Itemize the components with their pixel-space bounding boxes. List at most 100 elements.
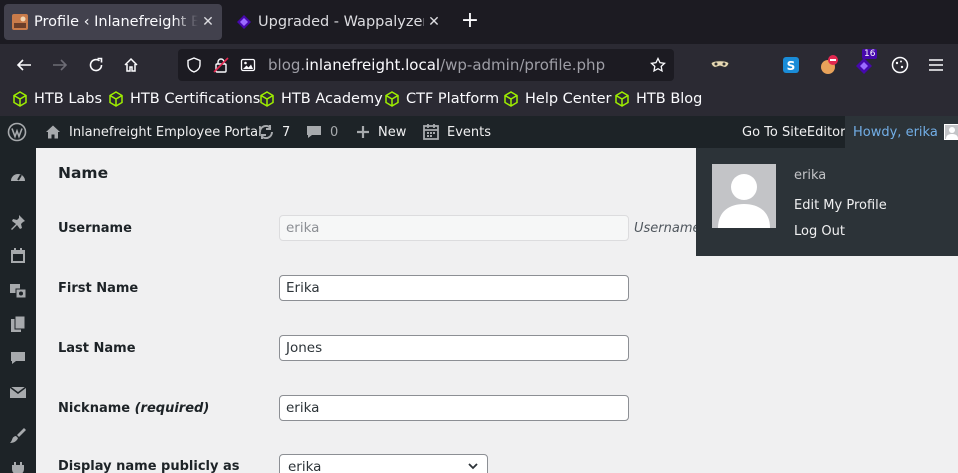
bookmark-help-center[interactable]: Help Center	[503, 91, 611, 107]
tab-profile[interactable]: Profile ‹ Inlanefreight Employee Portal …	[4, 4, 222, 40]
bookmark-ctf-platform[interactable]: CTF Platform	[384, 91, 499, 107]
last-name-label: Last Name	[58, 341, 136, 356]
sidebar-item-contact[interactable]	[7, 381, 29, 403]
updates-icon	[258, 124, 274, 140]
bookmark-htb-academy[interactable]: HTB Academy	[259, 91, 383, 107]
new-label: New	[378, 124, 407, 140]
default-avatar-icon	[718, 174, 770, 228]
username-label: Username	[58, 221, 132, 236]
updates-menu[interactable]: 7	[257, 116, 290, 148]
nickname-field[interactable]: erika	[279, 395, 629, 421]
sidebar-item-plugins[interactable]	[7, 458, 29, 473]
calendar-icon	[11, 248, 25, 263]
calendar-icon	[423, 124, 439, 140]
sidebar-item-events[interactable]	[7, 245, 29, 267]
wp-admin-sidebar	[0, 148, 36, 473]
bookmarks-toolbar: HTB Labs HTB Certifications HTB Academy …	[0, 86, 958, 116]
mask-extension-icon[interactable]	[709, 54, 731, 76]
bookmark-label: CTF Platform	[406, 91, 500, 107]
url-host: inlanefreight.local	[305, 56, 441, 74]
htb-cube-icon	[615, 91, 629, 107]
home-button[interactable]	[119, 53, 143, 77]
sidebar-item-pages[interactable]	[7, 313, 29, 335]
plug-icon	[12, 462, 24, 473]
reload-icon	[89, 57, 103, 72]
my-account-menu[interactable]: Howdy, erika	[845, 116, 958, 148]
nickname-label: Nickname (required)	[58, 401, 209, 416]
blocker-extension-icon[interactable]	[818, 54, 840, 76]
section-title: Name	[58, 164, 109, 182]
page-info-icon[interactable]	[240, 57, 256, 73]
dropdown-username[interactable]: erika	[794, 168, 826, 183]
forward-button[interactable]	[48, 53, 72, 77]
sidebar-item-dashboard[interactable]	[7, 166, 29, 188]
last-name-field[interactable]: Jones	[279, 335, 629, 361]
bookmark-label: HTB Certifications	[130, 91, 261, 107]
updates-count: 7	[282, 124, 291, 140]
comments-count: 0	[330, 124, 339, 140]
htb-cube-icon	[260, 91, 274, 107]
bookmark-label: HTB Labs	[34, 91, 103, 107]
first-name-field[interactable]: Erika	[279, 275, 629, 301]
s-extension-icon[interactable]: S	[780, 54, 802, 76]
url-path: /wp-admin/profile.php	[440, 56, 606, 74]
htb-cube-icon	[109, 91, 123, 107]
wp-admin-bar: Inlanefreight Employee Portal 7 0 New Ev…	[0, 116, 958, 148]
edit-profile-link[interactable]: Edit My Profile	[794, 198, 887, 213]
close-tab-icon[interactable]: ✕	[198, 14, 218, 30]
comments-menu[interactable]: 0	[305, 116, 338, 148]
site-name-menu[interactable]: Inlanefreight Employee Portal	[44, 116, 262, 148]
cookie-extension-icon[interactable]	[889, 54, 911, 76]
display-name-select[interactable]: erika	[279, 454, 488, 473]
sidebar-item-appearance[interactable]	[7, 425, 29, 447]
back-button[interactable]	[12, 53, 36, 77]
tab-title: Profile ‹ Inlanefreight Employee Portal	[34, 14, 198, 30]
account-dropdown: erika Edit My Profile Log Out	[696, 148, 958, 256]
avatar	[943, 124, 958, 140]
howdy-label: Howdy, erika	[853, 124, 938, 140]
dashboard-icon	[11, 174, 25, 181]
sidebar-item-comments[interactable]	[7, 347, 29, 369]
display-name-value: erika	[288, 459, 322, 473]
bookmark-htb-labs[interactable]: HTB Labs	[12, 91, 102, 107]
htb-cube-icon	[504, 91, 518, 107]
bookmark-label: Help Center	[525, 91, 612, 107]
svg-text:S: S	[787, 59, 796, 73]
site-editor-label: Go To SiteEditor	[742, 124, 846, 140]
extension-badge: 16	[862, 49, 878, 59]
events-label: Events	[447, 124, 492, 140]
bookmark-label: HTB Blog	[636, 91, 703, 107]
url-bar[interactable]: blog.inlanefreight.local/wp-admin/profil…	[178, 49, 674, 81]
bookmark-htb-certifications[interactable]: HTB Certifications	[108, 91, 260, 107]
home-icon	[124, 57, 138, 72]
default-avatar-icon	[945, 127, 958, 139]
close-tab-icon[interactable]: ✕	[424, 14, 444, 30]
mail-icon	[9, 386, 27, 398]
site-editor-link[interactable]: Go To SiteEditor	[742, 116, 845, 148]
sidebar-item-posts[interactable]	[7, 211, 29, 233]
bookmark-htb-blog[interactable]: HTB Blog	[614, 91, 702, 107]
arrow-right-icon	[53, 59, 68, 71]
wappalyzer-extension-button[interactable]: 16	[853, 49, 878, 76]
shield-icon[interactable]	[186, 57, 202, 73]
tab-wappalyzer[interactable]: Upgraded - Wappalyzer ✕	[228, 4, 448, 40]
menu-icon[interactable]	[925, 54, 947, 76]
insecure-lock-icon[interactable]	[213, 57, 229, 73]
url-text[interactable]: blog.inlanefreight.local/wp-admin/profil…	[268, 56, 605, 74]
star-bookmark-icon[interactable]	[650, 57, 666, 73]
wp-logo-menu[interactable]	[7, 116, 34, 148]
events-menu[interactable]: Events	[422, 116, 491, 148]
reload-button[interactable]	[84, 53, 108, 77]
wordpress-logo-icon	[7, 122, 27, 142]
pin-icon	[11, 215, 25, 230]
logout-link[interactable]: Log Out	[794, 224, 845, 239]
media-icon	[10, 284, 27, 299]
new-tab-button[interactable]: +	[458, 10, 482, 34]
sidebar-item-media[interactable]	[7, 279, 29, 301]
new-content-menu[interactable]: New	[355, 116, 406, 148]
site-favicon-icon	[12, 14, 28, 30]
bookmark-label: HTB Academy	[281, 91, 383, 107]
nickname-label-text: Nickname	[58, 401, 131, 416]
required-marker: (required)	[134, 401, 210, 416]
avatar	[712, 164, 776, 228]
